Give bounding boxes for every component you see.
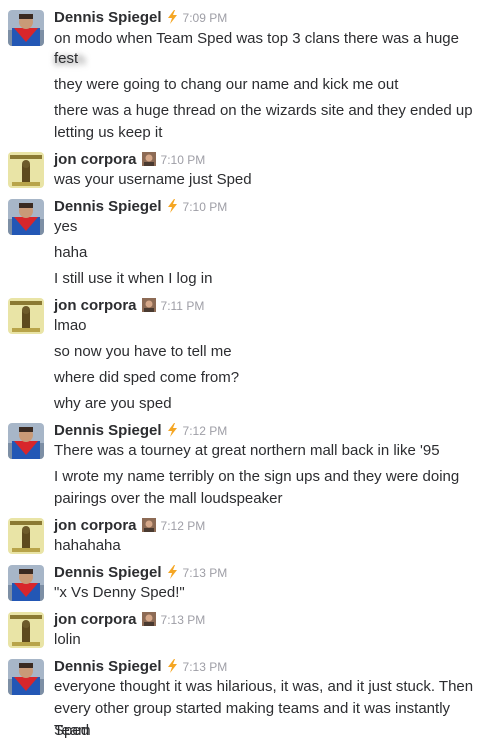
author-name[interactable]: Dennis Spiegel: [54, 564, 162, 581]
message-text: I still use it when I log in: [54, 270, 213, 287]
avatar-jon[interactable]: [8, 518, 44, 554]
timestamp[interactable]: 7:10 PM: [161, 153, 206, 167]
author-name[interactable]: jon corpora: [54, 151, 137, 168]
message-text: was your username just Sped: [54, 171, 252, 188]
message-text: everyone thought it was hilarious, it wa…: [54, 678, 474, 695]
timestamp[interactable]: 7:11 PM: [161, 299, 205, 313]
message-text: Sped: [54, 722, 90, 739]
message-text: where did sped come from?: [54, 369, 240, 386]
message-text: so now you have to tell me: [54, 343, 232, 360]
timestamp[interactable]: 7:13 PM: [183, 566, 228, 580]
message-text: I wrote my name terribly on the sign ups…: [54, 468, 460, 485]
author-name[interactable]: Dennis Spiegel: [54, 9, 162, 26]
message-text: lolin: [54, 631, 81, 648]
author-name[interactable]: jon corpora: [54, 297, 137, 314]
lightning-icon: [167, 10, 178, 30]
timestamp[interactable]: 7:13 PM: [161, 613, 206, 627]
message-text: pairings over the mall loudspeaker: [54, 490, 283, 507]
timestamp[interactable]: 7:12 PM: [183, 424, 228, 438]
message-text: letting us keep it: [54, 124, 163, 141]
message-text: There was a tourney at great northern ma…: [54, 442, 440, 459]
timestamp[interactable]: 7:12 PM: [161, 519, 206, 533]
avatar-dennis[interactable]: [8, 10, 44, 46]
avatar-dennis[interactable]: [8, 565, 44, 601]
author-name[interactable]: Dennis Spiegel: [54, 658, 162, 675]
author-name[interactable]: jon corpora: [54, 517, 137, 534]
message-text: fest: [54, 50, 79, 67]
avatar-dennis[interactable]: [8, 423, 44, 459]
author-name[interactable]: Dennis Spiegel: [54, 422, 162, 439]
message-text: they were going to chang our name and ki…: [54, 76, 399, 93]
timestamp[interactable]: 7:10 PM: [183, 200, 228, 214]
message-text: lmao: [54, 317, 87, 334]
avatar-dennis[interactable]: [8, 199, 44, 235]
avatar-dennis[interactable]: [8, 659, 44, 695]
message-text: why are you sped: [54, 395, 172, 412]
timestamp[interactable]: 7:09 PM: [183, 11, 228, 25]
message-text: "x Vs Denny Sped!": [54, 584, 185, 601]
author-name[interactable]: jon corpora: [54, 611, 137, 628]
author-name[interactable]: Dennis Spiegel: [54, 198, 162, 215]
timestamp[interactable]: 7:13 PM: [183, 660, 228, 674]
chat-message-list: Dennis Spiegel 7:09 PM on modo when Team …: [0, 0, 492, 743]
message-text: yes: [54, 218, 78, 235]
avatar-jon[interactable]: [8, 298, 44, 334]
message-text: hahahaha: [54, 537, 121, 554]
message-text: there was a huge thread on the wizards s…: [54, 102, 473, 119]
avatar-jon[interactable]: [8, 612, 44, 648]
avatar-jon[interactable]: [8, 152, 44, 188]
message-text: haha: [54, 244, 88, 261]
